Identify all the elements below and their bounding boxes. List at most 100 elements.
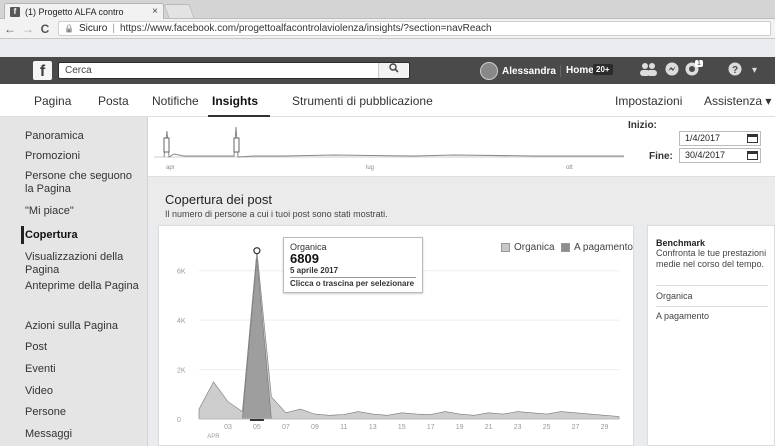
- tab-notifiche[interactable]: Notifiche: [152, 94, 199, 108]
- tab-pagina[interactable]: Pagina: [34, 94, 71, 108]
- calendar-icon[interactable]: [747, 151, 758, 160]
- range-handle-right[interactable]: [233, 137, 240, 153]
- start-date-field[interactable]: 1/4/2017: [679, 131, 761, 146]
- x-tick-label: 07: [282, 424, 290, 431]
- benchmark-panel: Benchmark Confronta le tue prestazioni m…: [647, 225, 775, 446]
- tab-posta[interactable]: Posta: [98, 94, 129, 108]
- x-tick-label: 23: [514, 424, 522, 431]
- x-month-label: APR: [207, 434, 220, 440]
- browser-tab[interactable]: f (1) Progetto ALFA contro ×: [4, 3, 164, 19]
- sidebar-item-video[interactable]: Video: [25, 385, 143, 398]
- benchmark-description: Confronta le tue prestazioni medie nel c…: [656, 248, 767, 269]
- notification-badge: 1: [695, 60, 703, 67]
- divider: [656, 306, 768, 307]
- tooltip-date: 5 aprile 2017: [290, 266, 339, 275]
- legend-label: A pagamento: [574, 242, 633, 253]
- url-text: https://www.facebook.com/progettoalfacon…: [119, 23, 492, 34]
- forward-icon[interactable]: →: [22, 22, 34, 36]
- sidebar-item-messaggi[interactable]: Messaggi: [25, 428, 143, 441]
- help-menu[interactable]: Assistenza ▾: [704, 94, 771, 108]
- section-title: Copertura dei post: [165, 192, 272, 207]
- x-tick-label: 25: [543, 424, 551, 431]
- tab-insights[interactable]: Insights: [212, 94, 258, 108]
- new-tab-button[interactable]: [163, 4, 195, 18]
- range-overview-chart[interactable]: apr lug ott: [154, 121, 624, 173]
- url-separator: |: [112, 23, 115, 34]
- tab-strumenti[interactable]: Strumenti di pubblicazione: [292, 94, 433, 108]
- sidebar-item-copertura[interactable]: Copertura: [25, 229, 143, 242]
- sidebar-item-panoramica[interactable]: Panoramica: [25, 130, 143, 143]
- section-header: Copertura dei post Il numero di persone …: [148, 177, 775, 222]
- range-tick-label: ott: [566, 165, 573, 171]
- lock-icon: 🔒: [64, 24, 74, 33]
- range-tick-label: apr: [166, 165, 175, 171]
- back-icon[interactable]: ←: [4, 22, 16, 36]
- end-date-value: 30/4/2017: [685, 150, 726, 160]
- x-tick-label: 11: [340, 424, 347, 431]
- reach-chart-panel: Organica A pagamento 0 2K 4K 6K 03 05 07 09 11 13…: [158, 225, 634, 446]
- x-tick-label: 09: [311, 424, 319, 431]
- range-handle-left[interactable]: [163, 137, 170, 153]
- y-tick-label: 2K: [177, 368, 186, 375]
- sidebar-item-azioni[interactable]: Azioni sulla Pagina: [25, 320, 143, 333]
- divider: [560, 65, 561, 77]
- facebook-top-bar: f Cerca Alessandra Home 20+ 1 ? ▾: [0, 57, 775, 84]
- legend-label: Organica: [514, 242, 555, 253]
- sidebar-item-follower[interactable]: Persone che seguono la Pagina: [25, 170, 143, 196]
- y-tick-label: 0: [177, 417, 181, 424]
- tooltip-hint: Clicca o trascina per selezionare: [290, 277, 416, 288]
- highlight-point: [253, 247, 261, 255]
- x-tick-label: 15: [398, 424, 406, 431]
- sidebar-item-promozioni[interactable]: Promozioni: [25, 150, 143, 163]
- sidebar-active-indicator: [21, 226, 24, 244]
- sidebar-item-anteprime[interactable]: Anteprime della Pagina: [25, 280, 143, 293]
- legend-a-pagamento[interactable]: A pagamento: [561, 242, 633, 253]
- user-name: Alessandra: [502, 65, 556, 77]
- x-tick-label: 17: [427, 424, 435, 431]
- chart-tooltip: Organica 6809 5 aprile 2017 Clicca o tra…: [283, 237, 423, 293]
- end-date-field[interactable]: 30/4/2017: [679, 148, 761, 163]
- start-date-label: Inizio:: [628, 120, 657, 131]
- calendar-icon[interactable]: [747, 134, 758, 143]
- browser-tab-strip: f (1) Progetto ALFA contro ×: [0, 0, 775, 19]
- x-tick-label: 27: [572, 424, 580, 431]
- friends-icon[interactable]: [640, 62, 658, 79]
- address-bar: ← → C 🔒 Sicuro | https://www.facebook.co…: [0, 19, 775, 39]
- home-link[interactable]: Home: [566, 65, 594, 76]
- x-tick-label: 05: [253, 424, 261, 431]
- benchmark-organica[interactable]: Organica: [656, 291, 768, 301]
- date-range-selector: apr lug ott Inizio: 1/4/2017 Fine: 30/4/…: [148, 117, 775, 177]
- avatar: [480, 62, 498, 80]
- benchmark-a-pagamento[interactable]: A pagamento: [656, 311, 768, 321]
- profile-link[interactable]: Alessandra: [480, 62, 556, 80]
- legend-organica[interactable]: Organica: [501, 242, 555, 253]
- start-date-value: 1/4/2017: [685, 133, 721, 143]
- reload-icon[interactable]: C: [40, 22, 50, 36]
- svg-text:?: ?: [732, 65, 738, 76]
- messenger-icon[interactable]: [665, 62, 679, 79]
- sidebar-item-persone[interactable]: Persone: [25, 406, 143, 419]
- settings-link[interactable]: Impostazioni: [615, 94, 682, 108]
- sidebar-item-mi-piace[interactable]: "Mi piace": [25, 205, 143, 218]
- tab-title: (1) Progetto ALFA contro: [25, 6, 124, 17]
- url-field[interactable]: 🔒 Sicuro | https://www.facebook.com/prog…: [58, 21, 771, 36]
- x-tick-label: 21: [485, 424, 493, 431]
- search-icon[interactable]: [378, 63, 408, 78]
- y-tick-label: 6K: [177, 269, 186, 276]
- divider: [656, 285, 768, 286]
- x-tick-label: 19: [456, 424, 464, 431]
- tooltip-value: 6809: [290, 251, 319, 266]
- sidebar-item-post[interactable]: Post: [25, 341, 143, 354]
- x-tick-label: 03: [224, 424, 232, 431]
- chevron-down-icon[interactable]: ▾: [752, 65, 757, 76]
- x-tick-label: 29: [601, 424, 609, 431]
- close-tab-icon[interactable]: ×: [152, 6, 158, 17]
- search-input[interactable]: Cerca: [58, 62, 410, 79]
- secure-label: Sicuro: [78, 23, 108, 34]
- legend-swatch: [561, 243, 570, 252]
- facebook-logo-icon[interactable]: f: [33, 61, 52, 80]
- sidebar-item-eventi[interactable]: Eventi: [25, 363, 143, 376]
- x-tick-label: 13: [369, 424, 377, 431]
- help-icon[interactable]: ?: [728, 62, 742, 79]
- sidebar-item-visualizzazioni[interactable]: Visualizzazioni della Pagina: [25, 251, 143, 277]
